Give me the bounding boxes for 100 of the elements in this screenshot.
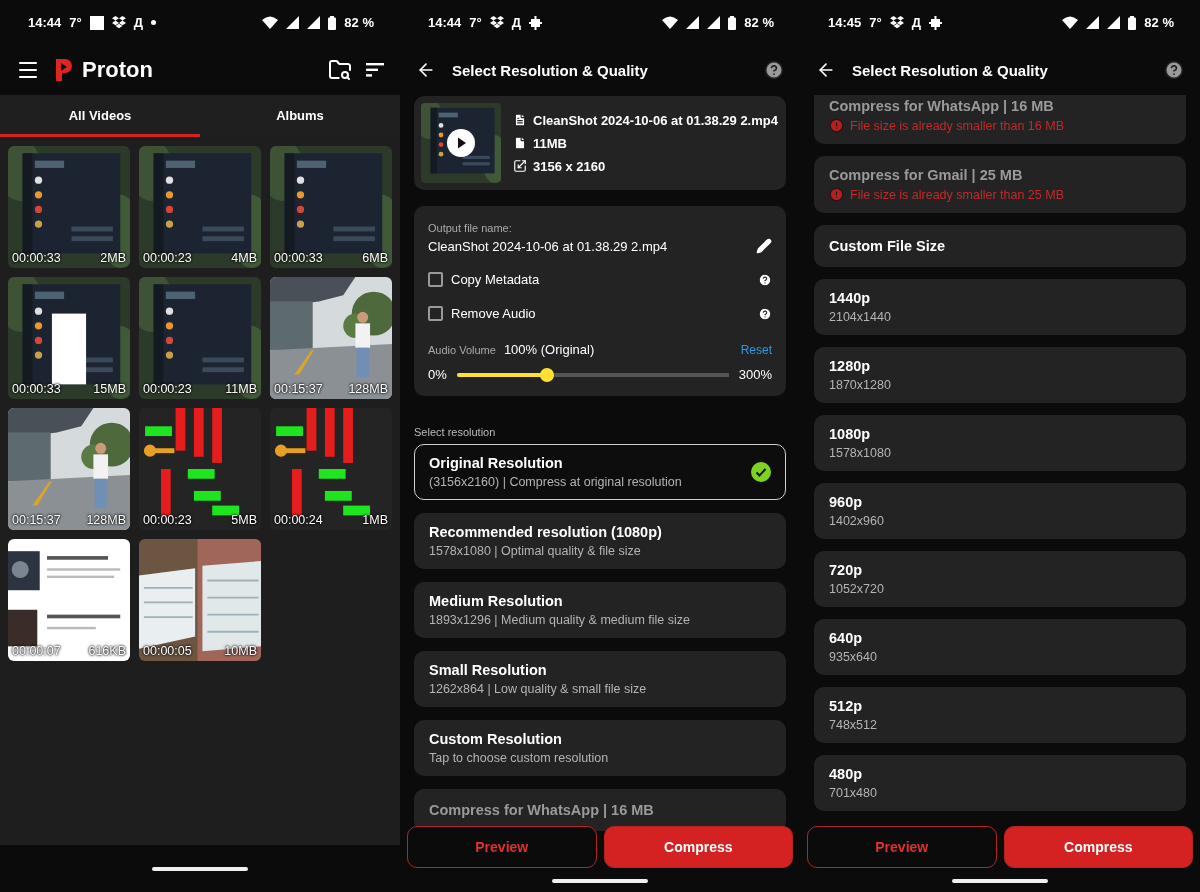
option-description: 1578x1080 | Optimal quality & file size: [429, 544, 642, 558]
help-icon[interactable]: [764, 60, 784, 80]
option-title: 1080p: [829, 426, 872, 442]
alert-icon: [829, 118, 844, 133]
wifi-icon: [1062, 16, 1079, 29]
video-duration: 00:00:23: [143, 382, 192, 396]
resolution-option[interactable]: Small Resolution 1262x864 | Low quality & small file size: [414, 651, 786, 707]
bug-icon: [528, 15, 542, 30]
signal-icon: [707, 16, 721, 29]
folder-search-icon[interactable]: [328, 58, 352, 82]
dropbox-icon: [889, 16, 904, 29]
field-label: Output file name:: [428, 222, 513, 234]
temperature: 7°: [69, 15, 82, 30]
clock: 14:45: [828, 15, 862, 30]
notification-square-icon: [89, 15, 104, 30]
notification-letter: Д: [133, 15, 143, 30]
video-duration: 00:00:23: [143, 251, 192, 265]
video-duration: 00:15:37: [274, 382, 323, 396]
checkbox[interactable]: [428, 306, 443, 321]
option-title: Compress for Gmail | 25 MB: [829, 167, 1024, 183]
option-description: 1870x1280: [829, 378, 892, 392]
option-title: Custom File Size: [829, 238, 947, 254]
preview-button[interactable]: Preview: [407, 826, 597, 868]
compress-button[interactable]: Compress: [603, 826, 793, 868]
preview-button[interactable]: Preview: [807, 826, 997, 868]
resolution-option[interactable]: 1080p 1578x1080: [814, 415, 1186, 471]
sort-icon[interactable]: [366, 63, 384, 77]
option-description: 1262x864 | Low quality & small file size: [429, 682, 648, 696]
logo-icon: [54, 57, 74, 83]
video-size: 2MB: [100, 251, 126, 265]
app-name: Proton: [82, 57, 153, 83]
resolution-option[interactable]: Custom File Size: [814, 225, 1186, 267]
option-title: Original Resolution: [429, 455, 564, 471]
option-label: Copy Metadata: [451, 272, 540, 287]
dropbox-icon: [489, 16, 504, 29]
file-size: 11MB: [533, 135, 567, 151]
video-size: 10MB: [224, 644, 257, 658]
help-icon[interactable]: [758, 306, 772, 321]
reset-link[interactable]: Reset: [740, 342, 772, 357]
signal-icon: [1086, 16, 1100, 29]
resolution-option[interactable]: Custom Resolution Tap to choose custom resolution: [414, 720, 786, 776]
dot-icon: [150, 20, 156, 25]
resolution-option[interactable]: Recommended resolution (1080p) 1578x1080 | Optimal quality & file size: [414, 513, 786, 569]
option-title: Compress for WhatsApp | 16 MB: [829, 98, 1055, 114]
option-title: 960p: [829, 494, 864, 510]
option-description: 935x640: [829, 650, 878, 664]
option-description: Tap to choose custom resolution: [429, 751, 610, 765]
signal-icon: [307, 16, 321, 29]
video-duration: 00:00:23: [143, 513, 192, 527]
temperature: 7°: [869, 15, 882, 30]
option-description: (3156x2160) | Compress at original resolution: [429, 475, 683, 489]
slider-thumb[interactable]: [540, 367, 555, 382]
clock: 14:44: [28, 15, 62, 30]
resolution-option[interactable]: 960p 1402x960: [814, 483, 1186, 539]
checkbox[interactable]: [428, 272, 443, 287]
check-icon: [751, 462, 771, 482]
resolution-option[interactable]: 480p 701x480: [814, 755, 1186, 811]
option-description: 1402x960: [829, 514, 885, 528]
resolution-option[interactable]: Original Resolution (3156x2160) | Compress at original resolution: [414, 444, 786, 500]
file-name: CleanShot 2024-10-06 at 01.38.29 2.mp4: [533, 112, 778, 128]
option-title: 1280p: [829, 358, 872, 374]
help-icon[interactable]: [1164, 60, 1184, 80]
resolution-option[interactable]: 512p 748x512: [814, 687, 1186, 743]
battery-level: 82 %: [344, 15, 374, 30]
bug-icon: [928, 15, 942, 30]
video-size: 128MB: [348, 382, 388, 396]
resolution-option[interactable]: 1280p 1870x1280: [814, 347, 1186, 403]
resolution-option[interactable]: 640p 935x640: [814, 619, 1186, 675]
section-label: Select resolution: [414, 426, 497, 438]
video-size: 15MB: [93, 382, 126, 396]
warning-text: File size is already smaller than 25 MB: [850, 187, 1064, 202]
option-title: 720p: [829, 562, 864, 578]
slider-min: 0%: [428, 367, 447, 382]
tab[interactable]: Albums: [200, 95, 400, 137]
screen-title: Select Resolution & Quality: [452, 61, 649, 79]
play-icon[interactable]: [447, 129, 475, 157]
video-size: 6MB: [362, 251, 388, 265]
battery-level: 82 %: [744, 15, 774, 30]
screen-title: Select Resolution & Quality: [852, 61, 1049, 79]
resolution-option[interactable]: Medium Resolution 1893x1296 | Medium quality & medium file size: [414, 582, 786, 638]
option-description: 1893x1296 | Medium quality & medium file size: [429, 613, 692, 627]
option-title: 480p: [829, 766, 864, 782]
resolution-option[interactable]: 720p 1052x720: [814, 551, 1186, 607]
video-size: 128MB: [86, 513, 126, 527]
dimensions-icon: [513, 159, 527, 173]
option-label: Remove Audio: [451, 306, 536, 321]
option-description: 2104x1440: [829, 310, 892, 324]
video-duration: 00:00:05: [143, 644, 192, 658]
edit-icon[interactable]: [756, 238, 772, 254]
home-indicator[interactable]: [152, 866, 248, 871]
resolution-option[interactable]: 1440p 2104x1440: [814, 279, 1186, 335]
option-title: 640p: [829, 630, 864, 646]
signal-icon: [286, 16, 300, 29]
wifi-icon: [662, 16, 679, 29]
option-title: Compress for WhatsApp | 16 MB: [429, 802, 655, 818]
compress-button[interactable]: Compress: [1003, 826, 1193, 868]
option-title: Small Resolution: [429, 662, 548, 678]
wifi-icon: [262, 16, 279, 29]
help-icon[interactable]: [758, 272, 772, 287]
video-duration: 00:00:33: [12, 382, 61, 396]
